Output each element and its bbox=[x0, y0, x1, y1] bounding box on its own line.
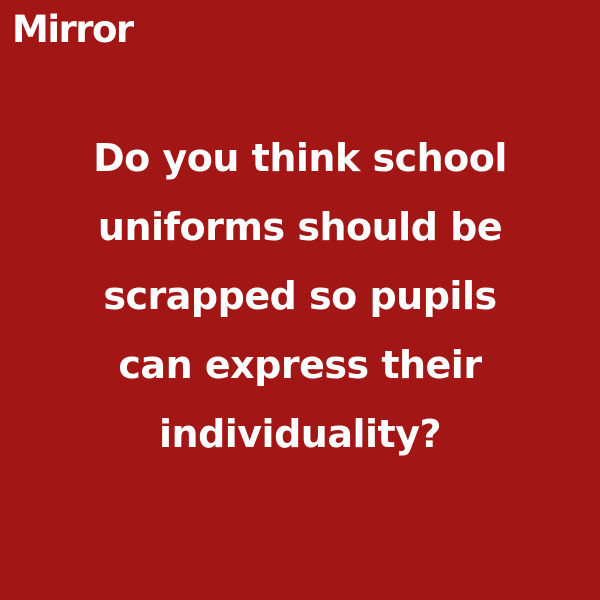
social-post-card: Mirror Do you think school uniforms shou… bbox=[0, 0, 600, 600]
question-line: uniforms should be bbox=[97, 205, 503, 249]
question-line: Do you think school bbox=[93, 136, 507, 180]
question-line: individuality? bbox=[158, 412, 442, 456]
question-line: can express their bbox=[118, 343, 482, 387]
question-line: scrapped so pupils bbox=[103, 274, 497, 318]
post-question: Do you think school uniforms should be s… bbox=[20, 124, 580, 469]
mirror-logo: Mirror bbox=[12, 8, 134, 51]
